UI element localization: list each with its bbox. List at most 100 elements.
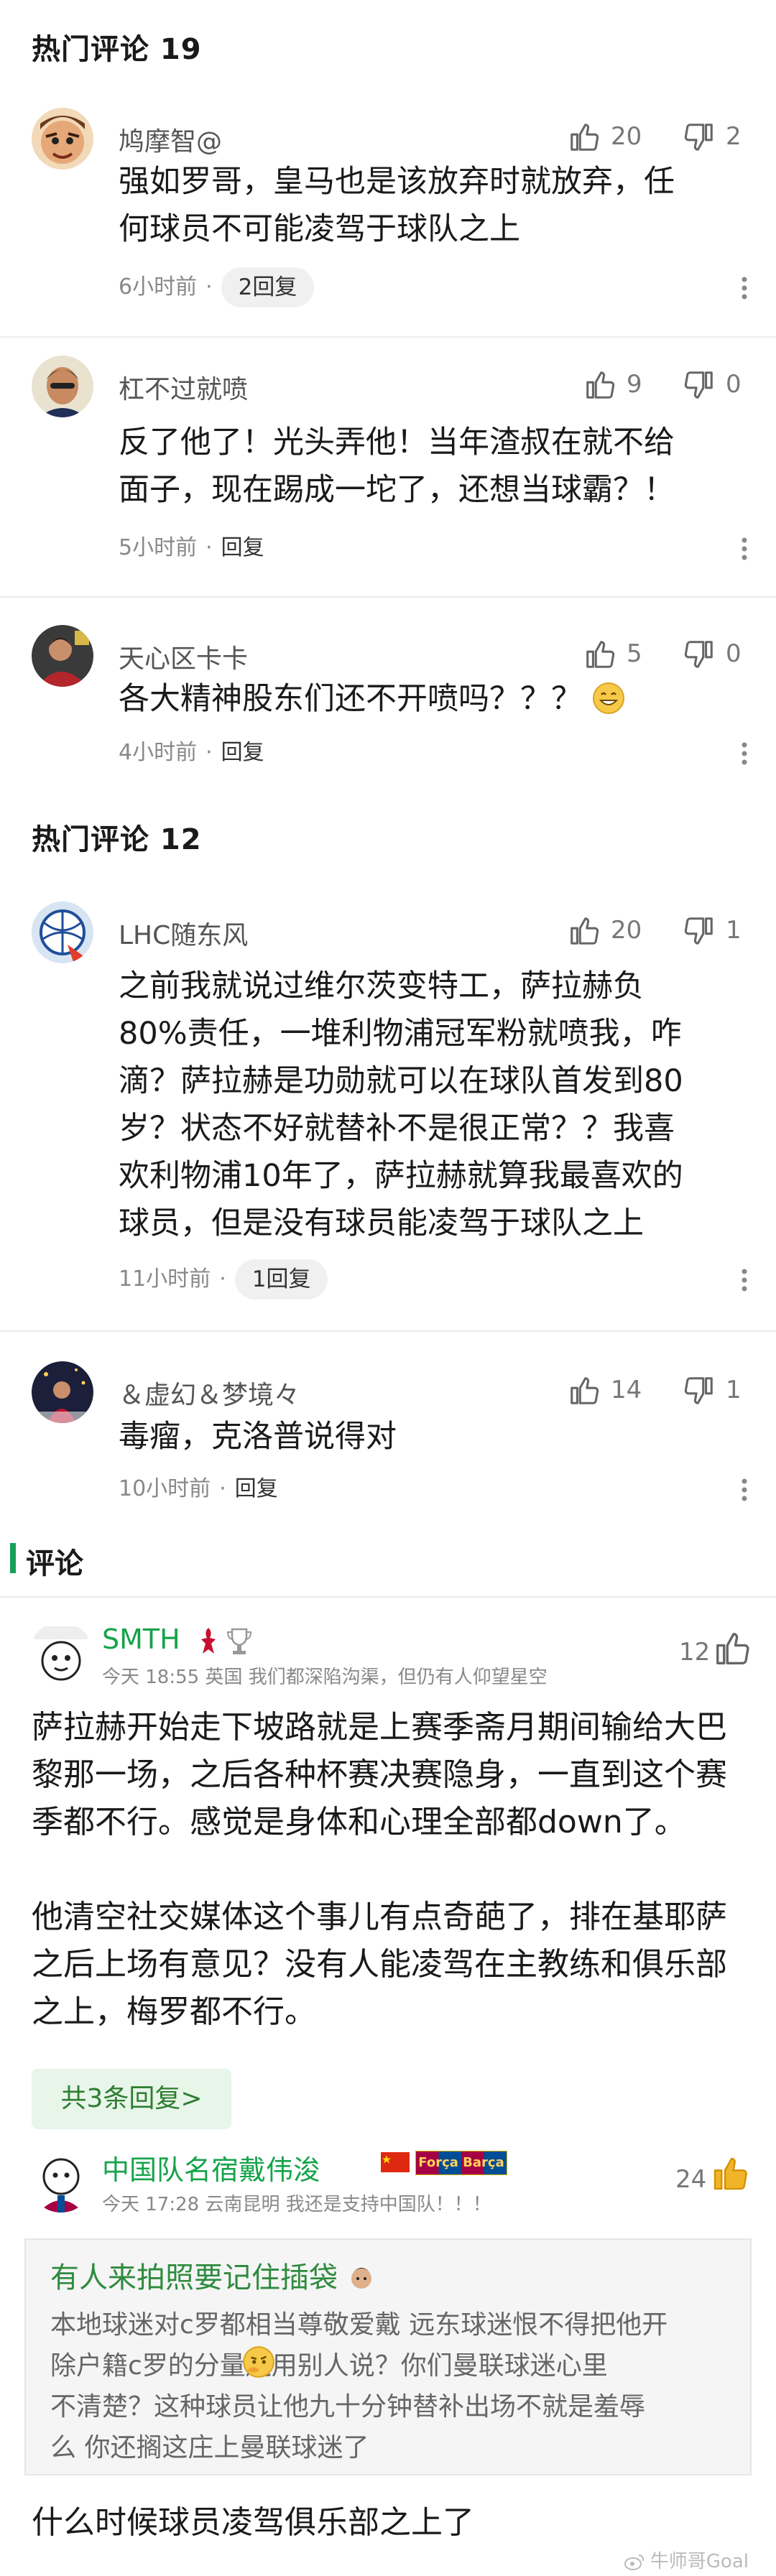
username[interactable]: SMTH: [102, 1623, 180, 1655]
avatar[interactable]: [32, 356, 93, 417]
comments-section-title: 评论: [26, 1547, 83, 1580]
avatar[interactable]: [32, 108, 93, 170]
comment-body: 反了他了！光头弄他！当年渣叔在就不给 面子，现在踢成一坨了，还想当球霸？！: [119, 419, 736, 514]
avatar[interactable]: [29, 2148, 93, 2213]
like-button[interactable]: 20: [568, 115, 661, 155]
comment-line: 之上，梅罗都不行。: [32, 1993, 316, 2030]
username[interactable]: LHC随东风: [119, 914, 248, 952]
comment-line: 黎那一场，之后各种杯赛决赛隐身，一直到这个赛: [32, 1756, 727, 1793]
timestamp: 10小时前: [119, 1476, 211, 1501]
reply-count-button[interactable]: 1回复: [234, 1259, 328, 1299]
avatar[interactable]: [32, 902, 93, 963]
like-button[interactable]: 5: [583, 632, 677, 672]
dislike-button[interactable]: 2: [683, 115, 762, 155]
comment-meta: 11小时前 · 1回复: [119, 1259, 328, 1299]
thumbs-up-icon[interactable]: [710, 2154, 750, 2194]
view-replies-button[interactable]: 共3条回复>: [32, 2069, 231, 2129]
divider: [0, 596, 776, 598]
timestamp: 11小时前: [119, 1266, 211, 1292]
more-options-icon[interactable]: [740, 736, 749, 772]
dislike-count: 1: [726, 916, 742, 945]
reply-button[interactable]: 回复: [221, 740, 264, 765]
thumbs-up-icon: [571, 124, 599, 151]
like-count: 9: [627, 370, 642, 399]
dislike-button[interactable]: 1: [683, 1368, 762, 1409]
like-count: 5: [627, 639, 642, 668]
username[interactable]: 鸠摩智@: [119, 121, 222, 158]
barca-badge: Força Barça: [415, 2151, 507, 2175]
username[interactable]: 天心区卡卡: [119, 638, 248, 675]
username[interactable]: 中国队名宿戴伟浚: [102, 2148, 320, 2187]
comment-body: 毒瘤，克洛普说得对: [119, 1413, 736, 1460]
timestamp: 今天 18:55: [102, 1667, 200, 1688]
comment-line: 萨拉赫开始走下坡路就是上赛季斋月期间输给大巴: [32, 1709, 727, 1746]
location: 英国: [205, 1667, 243, 1688]
avatar[interactable]: [29, 1622, 93, 1687]
timestamp: 今天 17:28: [102, 2194, 200, 2215]
divider: [0, 1330, 776, 1332]
comment-line: 各大精神股东们还不开喷吗？？？: [119, 681, 582, 717]
comment-meta: 10小时前 · 回复: [119, 1469, 278, 1509]
comment-line: 之后上场有意见？没有人能凌驾在主教练和俱乐部: [32, 1946, 727, 1983]
more-options-icon[interactable]: [740, 1262, 749, 1298]
quote-title-text: 有人来拍照要记住插袋: [50, 2261, 338, 2294]
thinking-emoji-icon: [243, 2346, 274, 2378]
section-title-hot-12: 热门评论 12: [32, 823, 202, 856]
thumbs-down-icon: [684, 917, 713, 945]
thumbs-up-icon: [586, 641, 615, 668]
comment-meta: 4小时前 · 回复: [119, 733, 264, 773]
username[interactable]: ＆虚幻＆梦境々: [119, 1374, 300, 1412]
comment-line: 强如罗哥，皇马也是该放弃时就放弃，任: [119, 164, 675, 200]
like-count: 20: [611, 916, 642, 945]
more-options-icon[interactable]: [740, 531, 749, 567]
thumbs-down-icon: [684, 124, 713, 151]
trophy-icon: [226, 1628, 252, 1654]
timestamp: 6小时前: [119, 274, 198, 300]
weibo-logo-icon: [624, 2554, 644, 2570]
reply-button[interactable]: 回复: [221, 535, 264, 560]
reply-count-button[interactable]: 2回复: [221, 267, 315, 307]
comment-meta: 6小时前 · 2回复: [119, 267, 315, 307]
dislike-count: 1: [726, 1376, 742, 1404]
comment-line: 面子，现在踢成一坨了，还想当球霸？！: [119, 472, 675, 508]
quoted-comment[interactable]: 有人来拍照要记住插袋 本地球迷对c罗都相当尊敬爱戴 远东球迷恨不得把他开 除户籍…: [24, 2238, 752, 2475]
dislike-button[interactable]: 1: [683, 909, 762, 949]
like-count: 12: [679, 1638, 711, 1667]
like-button[interactable]: 20: [568, 909, 661, 949]
thumbs-down-icon: [684, 1377, 713, 1404]
quote-line: 么 你还搁这庄上曼联球迷了: [50, 2433, 369, 2463]
avatar[interactable]: [32, 1361, 93, 1423]
dislike-button[interactable]: 0: [683, 363, 762, 403]
quote-line: 除户籍c罗的分量还用别人说？你们曼联球迷心里: [50, 2351, 608, 2381]
reply-button[interactable]: 回复: [235, 1476, 278, 1501]
liverpool-crest-icon: [201, 1628, 216, 1654]
grin-emoji-icon: [592, 682, 624, 714]
thumbs-up-icon[interactable]: [713, 1629, 752, 1668]
comment-line: 滴？萨拉赫是功勋就可以在球队首发到80: [119, 1063, 683, 1099]
more-options-icon[interactable]: [740, 270, 749, 306]
quote-line: 本地球迷对c罗都相当尊敬爱戴 远东球迷恨不得把他开: [50, 2310, 668, 2340]
more-options-icon[interactable]: [740, 1472, 749, 1508]
like-count: 24: [675, 2165, 707, 2194]
section-title-hot-19: 热门评论 19: [32, 33, 202, 66]
like-button[interactable]: 14: [568, 1368, 661, 1409]
username[interactable]: 杠不过就喷: [119, 369, 248, 406]
comment-line: 反了他了！光头弄他！当年渣叔在就不给: [119, 425, 675, 460]
like-button[interactable]: 9: [583, 363, 677, 403]
comment-body: 萨拉赫开始走下坡路就是上赛季斋月期间输给大巴 黎那一场，之后各种杯赛决赛隐身，一…: [32, 1704, 750, 2036]
comment-line: 球员，但是没有球员能凌驾于球队之上: [119, 1205, 644, 1241]
comment-line: 岁？状态不好就替补不是很正常？？我喜: [119, 1111, 675, 1146]
dislike-button[interactable]: 0: [683, 632, 762, 672]
dislike-count: 0: [726, 370, 742, 399]
quote-body: 本地球迷对c罗都相当尊敬爱戴 远东球迷恨不得把他开 除户籍c罗的分量还用别人说？…: [50, 2304, 733, 2468]
section-accent-bar: [10, 1543, 16, 1573]
avatar[interactable]: [32, 625, 93, 687]
comment-subline: 今天 17:28 云南昆明 我还是支持中国队！！！: [102, 2190, 491, 2216]
thumbs-up-icon: [586, 371, 615, 399]
separator-dot: ·: [205, 740, 213, 765]
divider: [0, 1596, 776, 1598]
thumbs-up-icon: [571, 1377, 599, 1404]
like-count: 14: [611, 1376, 642, 1404]
thumbs-down-icon: [684, 641, 713, 668]
comment-body: 之前我就说过维尔茨变特工，萨拉赫负 80%责任，一堆利物浦冠军粉就喷我，咋 滴？…: [119, 963, 736, 1247]
